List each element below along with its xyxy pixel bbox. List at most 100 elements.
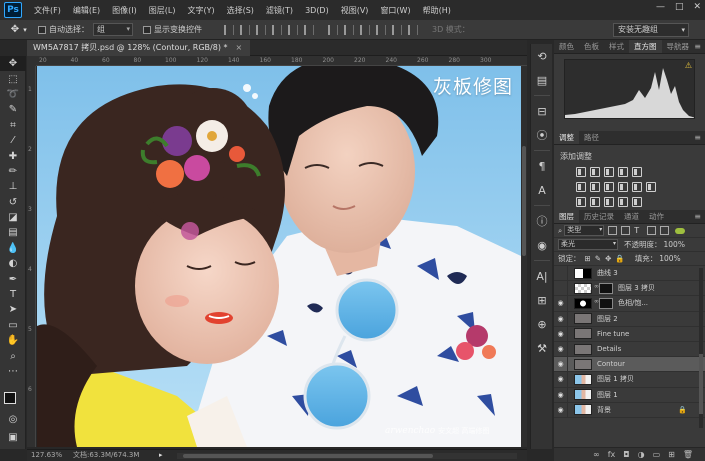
hand-tool-icon[interactable]: ✋ [0, 333, 26, 348]
new-group-icon[interactable]: ▭ [653, 450, 661, 459]
opacity-value[interactable]: 100% [664, 240, 685, 249]
vibrance-icon[interactable] [632, 167, 642, 177]
black-white-icon[interactable] [604, 182, 614, 192]
hue-saturation-icon[interactable] [576, 182, 586, 192]
levels-icon[interactable] [590, 167, 600, 177]
posterize-icon[interactable] [590, 197, 600, 207]
menu-help[interactable]: 帮助(H) [417, 5, 457, 16]
show-transform-checkbox[interactable] [143, 25, 151, 34]
crop-tool-icon[interactable]: ⌗ [0, 118, 26, 133]
lock-transparent-icon[interactable]: ⊞ [585, 254, 591, 263]
distribute-top-icon[interactable] [328, 24, 338, 35]
close-icon[interactable]: ✕ [693, 2, 701, 12]
visibility-toggle[interactable] [554, 265, 568, 281]
gradient-tool-icon[interactable]: ▤ [0, 225, 26, 240]
visibility-toggle[interactable] [554, 280, 568, 296]
layer-mask-thumbnail[interactable] [599, 282, 613, 294]
visibility-toggle[interactable]: ◉ [554, 387, 568, 403]
layer-row[interactable]: ∞ 图层 3 拷贝 [554, 280, 705, 297]
tab-color[interactable]: 颜色 [554, 40, 579, 53]
color-swatches[interactable] [4, 392, 24, 410]
menu-type[interactable]: 文字(Y) [181, 5, 220, 16]
menu-3d[interactable]: 3D(D) [299, 6, 335, 15]
status-menu-arrow-icon[interactable]: ▸ [159, 450, 163, 461]
zoom-level-field[interactable]: 127.63% [31, 450, 62, 461]
lock-all-icon[interactable]: 🔒 [615, 254, 624, 263]
invert-icon[interactable] [576, 197, 586, 207]
scroll-thumb[interactable] [699, 354, 703, 414]
character-icon[interactable]: A [531, 178, 553, 202]
distribute-vcenter-icon[interactable] [344, 24, 354, 35]
blur-tool-icon[interactable]: 💧 [0, 241, 26, 256]
type-tool-icon[interactable]: T [0, 287, 26, 302]
history-brush-tool-icon[interactable]: ↺ [0, 195, 26, 210]
layer-mask-thumbnail[interactable] [599, 297, 613, 309]
filter-adjust-icon[interactable] [621, 226, 631, 235]
distribute-hcenter-icon[interactable] [392, 24, 402, 35]
canvas-vertical-scrollbar[interactable] [521, 66, 527, 447]
tab-navigator[interactable]: 导航器 [662, 40, 695, 53]
distribute-left-icon[interactable] [376, 24, 386, 35]
delete-layer-icon[interactable]: 🗑 [683, 450, 693, 459]
channel-mixer-icon[interactable] [632, 182, 642, 192]
shape-tool-icon[interactable]: ▭ [0, 318, 26, 333]
foreground-color-swatch[interactable] [4, 392, 16, 404]
menu-image[interactable]: 图像(I) [106, 5, 143, 16]
brush-tool-icon[interactable]: ✏ [0, 164, 26, 179]
clone-stamp-tool-icon[interactable]: ⊥ [0, 179, 26, 194]
menu-filter[interactable]: 滤镜(T) [260, 5, 299, 16]
tab-actions[interactable]: 动作 [644, 210, 669, 223]
link-layers-icon[interactable]: ∞ [593, 450, 600, 459]
path-select-tool-icon[interactable]: ➤ [0, 302, 26, 317]
eyedropper-tool-icon[interactable]: ⁄ [0, 133, 26, 148]
filter-toggle[interactable] [675, 227, 686, 234]
quick-select-tool-icon[interactable]: ✎ [0, 102, 26, 117]
photo-filter-icon[interactable] [618, 182, 628, 192]
scroll-thumb[interactable] [522, 146, 526, 256]
visibility-toggle[interactable]: ◉ [554, 341, 568, 357]
auto-select-dropdown[interactable]: 组 [93, 23, 133, 36]
layer-filter-dropdown[interactable]: 类型 [564, 225, 605, 236]
glyphs-icon[interactable]: ◉ [531, 233, 553, 257]
layers-scrollbar[interactable] [699, 268, 703, 428]
document-canvas[interactable]: 灰板修图 arwenchao 安文超 高端修图 [37, 66, 521, 447]
add-mask-icon[interactable]: ◘ [623, 450, 629, 459]
layer-row[interactable]: ◉ ∞ 色相/饱... [554, 295, 705, 312]
minimize-icon[interactable]: — [656, 2, 665, 12]
scroll-thumb[interactable] [183, 454, 433, 458]
tool-presets-icon[interactable]: ⚒ [531, 336, 553, 360]
more-tools-icon[interactable]: ⋯ [0, 364, 26, 379]
distribute-right-icon[interactable] [408, 24, 418, 35]
filter-pixel-icon[interactable] [608, 226, 618, 235]
zoom-tool-icon[interactable]: ⌕ [0, 348, 26, 363]
visibility-toggle[interactable]: ◉ [554, 311, 568, 327]
warning-icon[interactable]: ⚠ [685, 61, 692, 70]
filter-type-icon[interactable]: T [634, 226, 643, 235]
link-icon[interactable]: ∞ [594, 283, 599, 294]
visibility-toggle[interactable]: ◉ [554, 326, 568, 342]
panel-menu-icon[interactable]: ≡ [694, 210, 701, 224]
move-tool-icon[interactable]: ✥ [0, 56, 26, 72]
visibility-toggle[interactable]: ◉ [554, 371, 568, 387]
layer-style-icon[interactable]: fx [608, 450, 616, 459]
link-icon[interactable]: ∞ [594, 298, 599, 309]
curves-icon[interactable] [604, 167, 614, 177]
move-tool-icon[interactable]: ✥ [8, 23, 22, 37]
exposure-icon[interactable] [618, 167, 628, 177]
layer-row[interactable]: ◉ 图层 1 拷贝 [554, 371, 705, 388]
history-panel-icon[interactable]: ⟲ [531, 44, 553, 68]
brush-presets-icon[interactable]: ⦿ [531, 123, 553, 147]
layer-row[interactable]: 曲线 3 [554, 265, 705, 282]
filter-shape-icon[interactable] [647, 226, 657, 235]
quick-mask-icon[interactable]: ◎ [0, 412, 26, 427]
tab-close-icon[interactable]: × [236, 43, 243, 52]
brightness-contrast-icon[interactable] [576, 167, 586, 177]
clone-source-icon[interactable]: ⊕ [531, 312, 553, 336]
menu-edit[interactable]: 编辑(E) [67, 5, 106, 16]
layer-row[interactable]: ◉ Contour [554, 356, 705, 373]
styles-panel-icon[interactable]: ⊞ [531, 288, 553, 312]
new-layer-icon[interactable]: ⊞ [668, 450, 675, 459]
layer-row[interactable]: ◉ Details [554, 341, 705, 358]
blend-mode-dropdown[interactable]: 柔光 [558, 239, 618, 250]
fill-value[interactable]: 100% [659, 254, 680, 263]
